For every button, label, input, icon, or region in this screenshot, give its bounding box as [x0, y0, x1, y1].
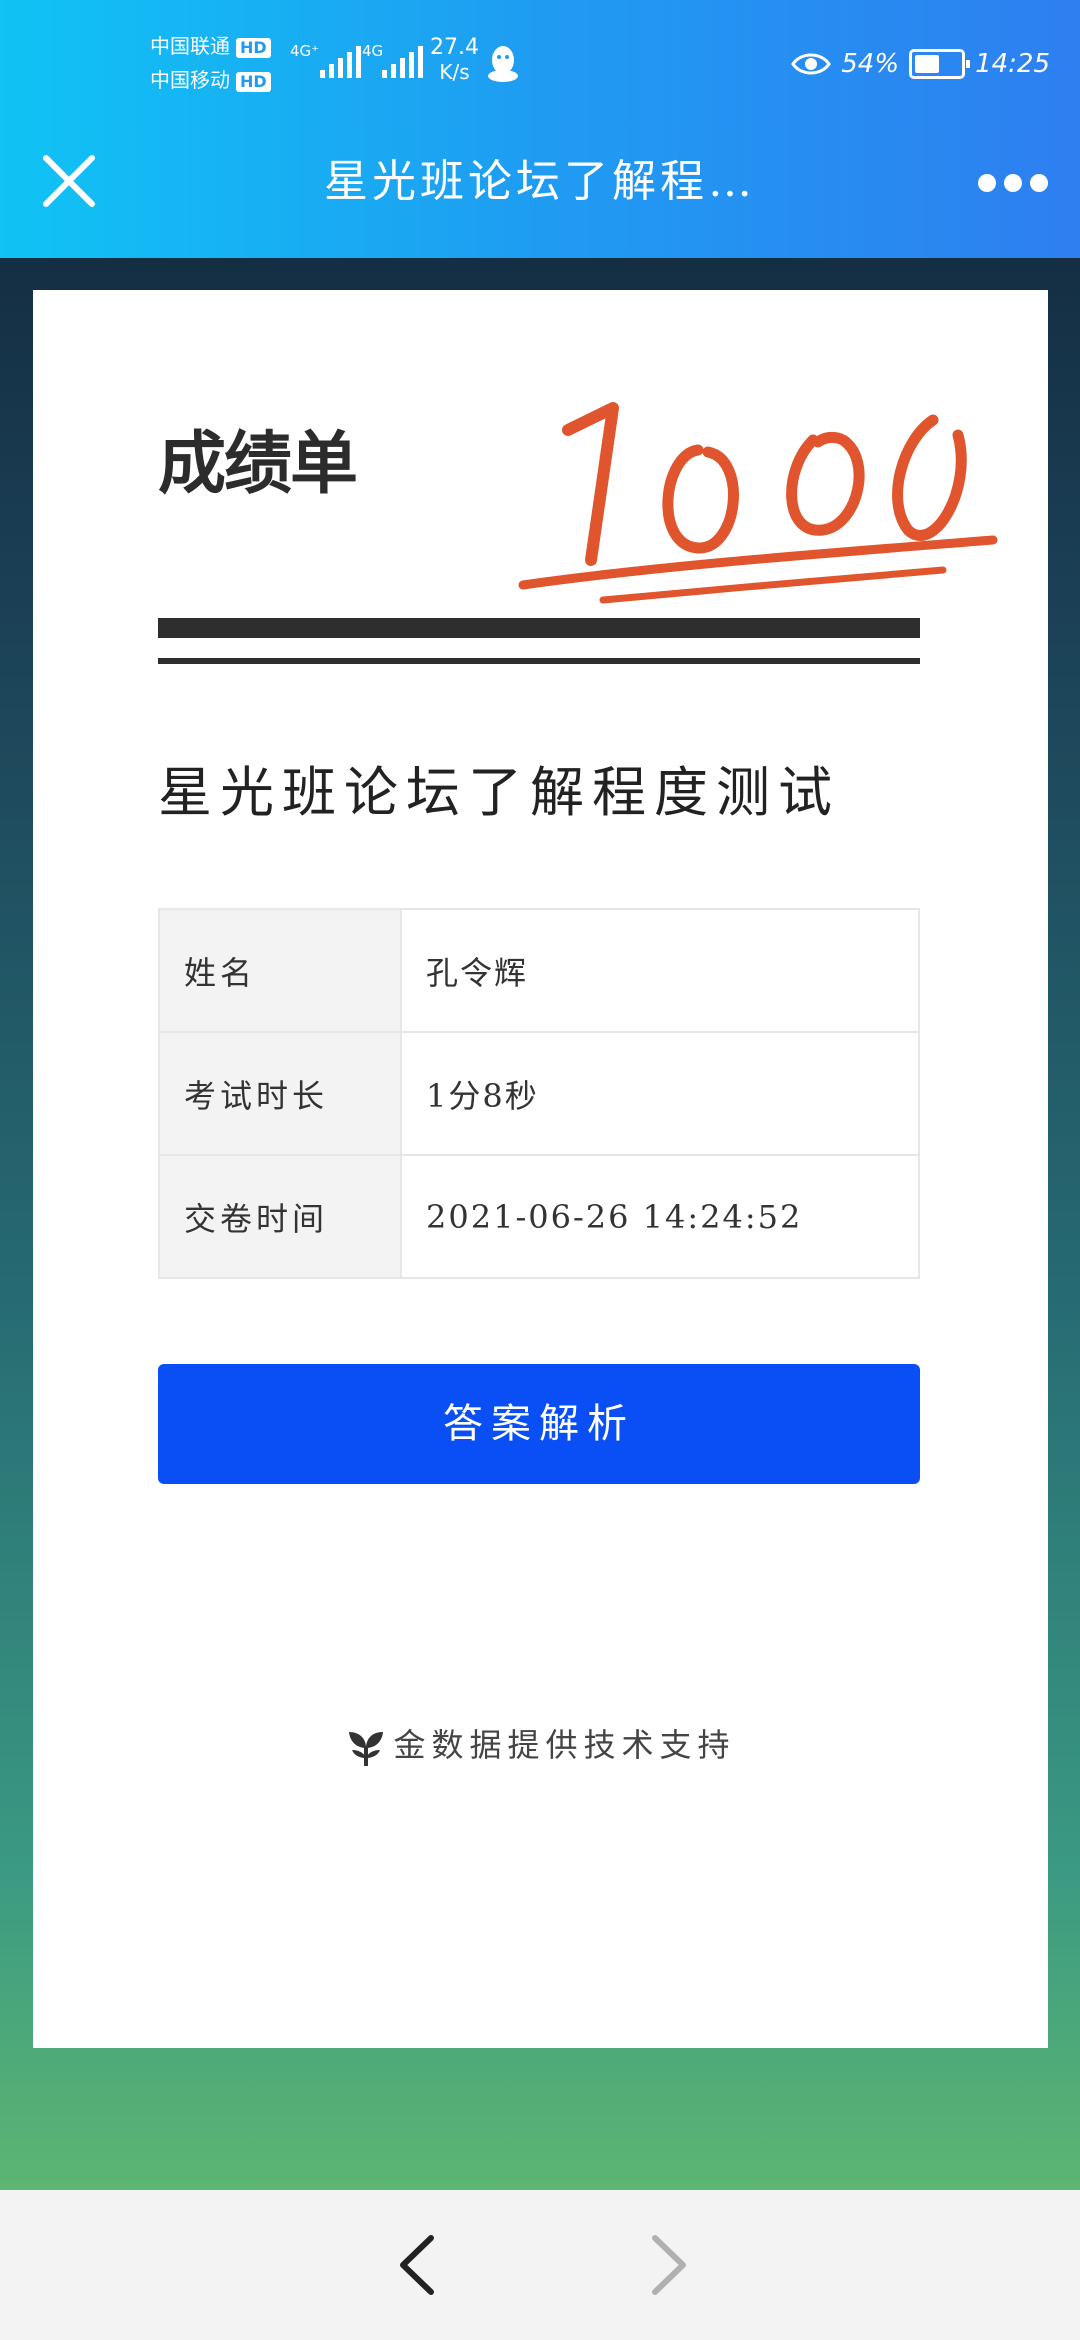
row-value: 2021-06-26 14:24:52	[400, 1154, 920, 1279]
eye-icon	[791, 53, 832, 75]
battery-fill	[915, 55, 940, 73]
result-info-table: 姓名 孔令辉 考试时长 1分8秒 交卷时间 2021-06-26 14:24:5…	[158, 908, 920, 1279]
carrier-1-label: 中国联通	[150, 34, 230, 58]
row-label: 姓名	[158, 908, 402, 1033]
row-label: 交卷时间	[158, 1154, 402, 1279]
hd-badge: HD	[236, 38, 271, 58]
clock: 14:25	[975, 49, 1050, 79]
row-value: 1分8秒	[400, 1031, 920, 1156]
status-bar-right: 54% 14:25	[791, 44, 1050, 84]
speed-value: 27.4	[430, 35, 479, 60]
row-label: 考试时长	[158, 1031, 402, 1156]
support-text: 金数据提供技术支持	[393, 1726, 736, 1764]
battery-icon	[909, 49, 971, 79]
quiz-title: 星光班论坛了解程度测试	[158, 761, 840, 824]
report-heading: 成绩单	[158, 425, 358, 504]
sprout-icon	[349, 1731, 384, 1766]
divider-thin	[158, 658, 920, 664]
answer-analysis-button[interactable]: 答案解析	[158, 1364, 920, 1484]
network-type-2: 4G	[362, 42, 384, 60]
carrier-2-label: 中国移动	[150, 68, 230, 92]
browser-nav-bar	[0, 2190, 1080, 2340]
more-icon[interactable]	[978, 168, 1050, 198]
network-speed: 27.4 K/s	[430, 35, 479, 85]
tech-support-footer: 金数据提供技术支持	[33, 1720, 1048, 1768]
network-type-1: 4G⁺	[290, 42, 320, 60]
status-bar-left: 中国联通 HD 中国移动 HD 4G⁺ 4G 27.4 K/s	[150, 30, 530, 100]
table-row: 考试时长 1分8秒	[158, 1031, 920, 1156]
row-value: 孔令辉	[400, 908, 920, 1033]
hd-badge: HD	[236, 72, 271, 92]
page-title: 星光班论坛了解程…	[324, 156, 756, 207]
score-report-card: 成绩单 100 星光班论坛了解程度测试 姓名 孔令辉 考试时长 1分8秒 交卷时…	[33, 290, 1048, 2048]
close-icon[interactable]	[40, 152, 98, 210]
qq-icon	[488, 46, 518, 82]
carrier-2: 中国移动 HD	[150, 68, 271, 92]
battery-percent: 54%	[841, 49, 900, 79]
title-bar: 中国联通 HD 中国移动 HD 4G⁺ 4G 27.4 K/s 54% 14:25	[0, 0, 1080, 258]
chevron-right-icon[interactable]	[647, 2232, 691, 2298]
divider-thick	[158, 618, 920, 638]
signal-icon	[382, 46, 423, 78]
speed-unit: K/s	[439, 60, 470, 84]
table-row: 姓名 孔令辉	[158, 908, 920, 1033]
score-handwritten	[518, 402, 998, 604]
chevron-left-icon[interactable]	[395, 2232, 439, 2298]
table-row: 交卷时间 2021-06-26 14:24:52	[158, 1154, 920, 1279]
signal-icon	[320, 46, 361, 78]
carrier-1: 中国联通 HD	[150, 34, 271, 58]
